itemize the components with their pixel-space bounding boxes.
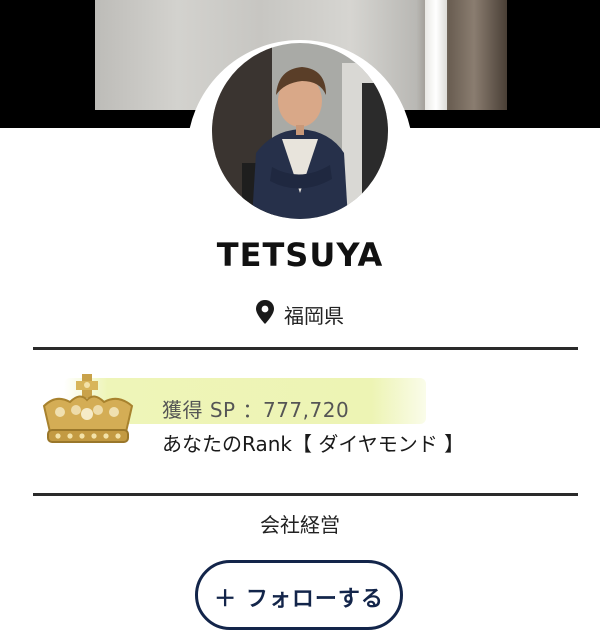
- avatar-photo: [212, 43, 388, 219]
- profile-name: TETSUYA: [216, 236, 384, 274]
- divider-bottom: [33, 493, 578, 496]
- avatar[interactable]: [212, 43, 388, 219]
- location-row: 福岡県: [0, 300, 600, 329]
- location-label: 福岡県: [284, 304, 344, 328]
- map-pin-icon: [256, 300, 274, 329]
- rank-label: あなたのRank【 ダイヤモンド 】: [162, 432, 465, 456]
- points-label: 獲得 SP ：777,720: [162, 398, 350, 422]
- crown-icon: [36, 372, 140, 456]
- follow-button[interactable]: ＋ フォローする: [195, 560, 403, 630]
- divider-top: [33, 347, 578, 350]
- occupation-label: 会社経営: [260, 513, 340, 537]
